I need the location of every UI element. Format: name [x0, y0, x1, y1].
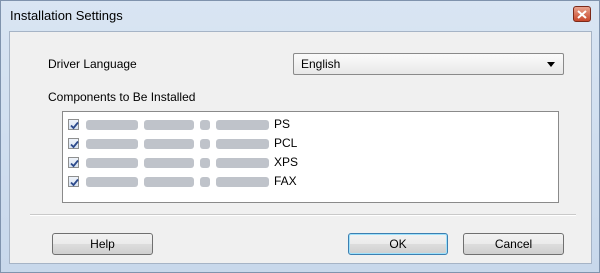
component-name: FAX — [274, 174, 297, 188]
cancel-button[interactable]: Cancel — [463, 233, 564, 255]
components-list[interactable]: PS PCL XPS FAX — [62, 111, 559, 203]
component-checkbox[interactable] — [68, 119, 79, 130]
component-name: XPS — [274, 155, 299, 169]
component-checkbox[interactable] — [68, 138, 79, 149]
list-item[interactable]: XPS — [68, 155, 448, 171]
checkmark-icon — [70, 178, 79, 187]
title-bar[interactable]: Installation Settings — [1, 1, 599, 29]
checkmark-icon — [70, 121, 79, 130]
driver-language-label: Driver Language — [48, 57, 137, 71]
help-button[interactable]: Help — [52, 233, 153, 255]
close-button[interactable] — [573, 6, 591, 22]
redacted-product-name — [86, 139, 269, 149]
close-icon — [577, 9, 587, 19]
list-item[interactable]: PCL — [68, 136, 448, 152]
driver-language-value: English — [301, 57, 341, 71]
component-checkbox[interactable] — [68, 176, 79, 187]
checkmark-icon — [70, 159, 79, 168]
list-item[interactable]: PS — [68, 117, 448, 133]
list-item[interactable]: FAX — [68, 174, 448, 190]
dialog-body: Driver Language English Components to Be… — [9, 31, 592, 264]
components-label: Components to Be Installed — [48, 90, 196, 104]
component-name: PS — [274, 117, 291, 131]
redacted-product-name — [86, 120, 269, 130]
window-title: Installation Settings — [10, 8, 123, 23]
redacted-product-name — [86, 177, 269, 187]
ok-button[interactable]: OK — [348, 233, 448, 255]
component-checkbox[interactable] — [68, 157, 79, 168]
driver-language-select[interactable]: English — [293, 53, 564, 75]
component-name: PCL — [274, 136, 298, 150]
divider — [30, 214, 576, 216]
installation-settings-dialog: Installation Settings Driver Language En… — [0, 0, 600, 273]
chevron-down-icon — [547, 62, 555, 67]
redacted-product-name — [86, 158, 269, 168]
checkmark-icon — [70, 140, 79, 149]
